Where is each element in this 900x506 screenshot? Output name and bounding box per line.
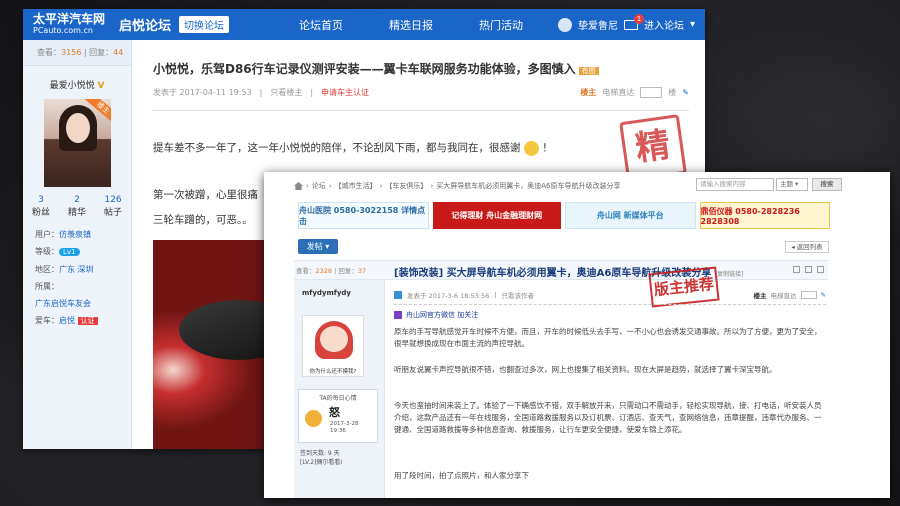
next-thread-icon[interactable] (817, 266, 824, 273)
mail-icon[interactable]: 1 (623, 13, 644, 30)
author-avatar[interactable]: 楼主 (43, 99, 111, 187)
switch-forum-button[interactable]: 切换论坛 (179, 16, 230, 33)
essence-count[interactable]: 2 精华 (68, 195, 86, 218)
author-info: 用户：仿羡泉镇 等级： Lv1 地区：广东 深圳 所属： 广东启悦车友会 爱车：启… (23, 218, 131, 330)
user-avatar-icon[interactable] (557, 17, 572, 32)
zhoushan-forum-screenshot: › 论坛 › 【城市生活】 › 【车友俱乐】 › 买大屏导航车机必须用翼卡，奥迪A6原… (264, 172, 890, 498)
post-line-3: 三轮车蹭的，可恶。。 (153, 214, 253, 226)
only-author-link[interactable]: 只看该作者 (502, 290, 535, 300)
owner-label: 楼主 (580, 88, 597, 97)
print-icon[interactable] (793, 266, 800, 273)
verified-v-icon: V (97, 81, 105, 91)
picture-tag: 有图 (578, 67, 599, 75)
divider (394, 304, 826, 305)
thread-tools (793, 266, 824, 273)
author-avatar[interactable]: 你为什么还不摸我? (302, 315, 364, 377)
replies-count: 44 (113, 48, 124, 57)
club-link[interactable]: 广东启悦车友会 (35, 299, 91, 308)
floor-jump-input[interactable] (800, 291, 817, 299)
back-to-list-button[interactable]: ◂ 返回列表 (785, 241, 829, 253)
new-post-button[interactable]: 发帖 ▾ (298, 239, 338, 254)
search-button[interactable]: 搜索 (812, 178, 842, 191)
author-counts: 3 粉丝 2 精华 126 帖子 (23, 195, 131, 218)
daily-mood-box: TA的每日心情 怒 2017-3-28 19:36 (298, 389, 378, 443)
nav-daily-picks[interactable]: 精选日报 (389, 17, 433, 33)
user-area: 挚爱鲁尼 1 进入论坛 ▾ (557, 13, 695, 32)
ad-banner-row: 舟山医院 0580-3022158 详情点击 记得理财 舟山金融理财网 舟山网 … (298, 202, 830, 229)
only-owner-link[interactable]: 只看楼主 (270, 87, 302, 98)
wechat-icon (394, 311, 402, 319)
fans-count[interactable]: 3 粉丝 (32, 195, 50, 218)
wrench-icon[interactable]: ✎ (821, 291, 826, 299)
chevron-down-icon[interactable]: ▾ (690, 19, 695, 30)
posts-count[interactable]: 126 帖子 (104, 195, 122, 218)
nav-hot-events[interactable]: 热门活动 (479, 17, 523, 33)
divider (153, 110, 689, 111)
main-nav: 论坛首页 精选日报 热门活动 (299, 17, 523, 33)
apply-cert-link[interactable]: 申请车主认证 (321, 87, 369, 98)
post-title: 小悦悦，乐驾D86行车记录仪测评安装——翼卡车联网服务功能体验，多图慎入 有图 (133, 40, 705, 77)
paragraph-4: 用了段时间，拍了点照片，和人家分享下 (394, 471, 529, 480)
author-sidebar: 查看：3156 | 回复：44 最爱小悦悦 V 楼主 3 粉丝 2 精华 126 帖子… (23, 40, 132, 449)
post-line-1: 提车差不多一年了，这一年小悦悦的陪伴，不论刮风下雨，都与我同在，很感谢 ！ (153, 140, 553, 156)
wechat-follow-link[interactable]: 舟山网官方微信 加关注 (394, 310, 478, 320)
views-count: 3156 (61, 48, 82, 57)
author-sidebar: mfydymfydy 你为什么还不摸我? TA的每日心情 怒 2017-3-28… (294, 280, 385, 498)
avatar-caption: 你为什么还不摸我? (309, 369, 357, 375)
replies-count: 37 (357, 267, 367, 275)
post-line-2: 第一次被蹭，心里很痛 (153, 189, 258, 201)
post-meta: 发表于 2017-04-11 19:53 | 只看楼主 | 申请车主认证 楼主 … (153, 87, 689, 98)
author-name[interactable]: mfydymfydy (294, 280, 384, 297)
author-extra-info: 签到天数: 9 天 [LV.2]偶尔看看I (300, 450, 343, 466)
forum-name: 启悦论坛 (119, 19, 172, 34)
username-link[interactable]: 挚爱鲁尼 (578, 17, 618, 32)
moderator-recommend-stamp: 版主推荐 (648, 266, 720, 308)
auth-badge: 认证 (77, 317, 98, 325)
enter-forum-menu[interactable]: 进入论坛 (644, 17, 684, 32)
author-name: 最爱小悦悦 V (49, 81, 105, 91)
home-icon[interactable] (294, 182, 303, 190)
post-meta: 发表于 2017-3-6 18:53:56 | 只看该作者 楼主 电梯直达 ✎ (394, 290, 826, 300)
thread-header: 查看：2328 | 回复：37 [装饰改装] 买大屏导航车机必须用翼卡，奥迪A6… (294, 260, 828, 280)
nav-forum-home[interactable]: 论坛首页 (299, 17, 343, 33)
ad-media[interactable]: 舟山网 新媒体平台 (565, 202, 696, 229)
top-bar: 太平洋汽车网 PCauto.com.cn 启悦论坛 切换论坛 论坛首页 精选日报… (23, 9, 705, 40)
breadcrumb: › 论坛 › 【城市生活】 › 【车友俱乐】 › 买大屏导航车机必须用翼卡，奥迪A6原… (294, 181, 621, 191)
level-badge: Lv1 (59, 248, 80, 256)
smile-emoji-icon (523, 140, 539, 156)
paragraph-3: 今天也蛮抽时间来装上了。体验了一下确感饮不错，双手解放开来，只需动口不需动手，轻… (394, 401, 822, 434)
logo-subtext: PCauto.com.cn (33, 25, 93, 35)
post-body: 发表于 2017-3-6 18:53:56 | 只看该作者 楼主 电梯直达 ✎ … (394, 266, 826, 498)
search-scope-select[interactable]: 主题 ▾ (776, 178, 808, 191)
copy-link[interactable]: [复制链接] (715, 271, 744, 278)
logo-text: 太平洋汽车网 (33, 11, 106, 26)
ad-instrument[interactable]: 鼎佰仪器 0580-2828236 2828308 (699, 202, 830, 229)
paragraph-1: 原车的手写导航感觉开车时候不方便，而且，开车的时候低头去手写，一不小心也会诱发交… (394, 327, 822, 348)
wrench-icon[interactable]: ✎ (682, 88, 689, 97)
angry-face-icon (305, 410, 322, 427)
site-logo[interactable]: 太平洋汽车网 PCauto.com.cn (33, 11, 106, 36)
floor-jump-input[interactable] (640, 87, 663, 98)
mail-count-badge: 1 (633, 13, 644, 24)
search-input[interactable]: 请输入搜索内容 (696, 178, 774, 191)
paragraph-2: 听朋友说翼卡声控导航很不错，也翻查过多次，网上也搜集了相关资料。现在大屏是趋势，… (394, 365, 777, 374)
thread-stats: 查看：3156 | 回复：44 (23, 40, 131, 66)
prev-thread-icon[interactable] (805, 266, 812, 273)
online-status-icon (394, 291, 402, 299)
ad-finance[interactable]: 记得理财 舟山金融理财网 (432, 202, 561, 229)
thread-stats: 查看：2328 | 回复：37 (296, 267, 367, 275)
views-count: 2328 (315, 267, 333, 275)
ad-hospital[interactable]: 舟山医院 0580-3022158 详情点击 (298, 202, 429, 229)
